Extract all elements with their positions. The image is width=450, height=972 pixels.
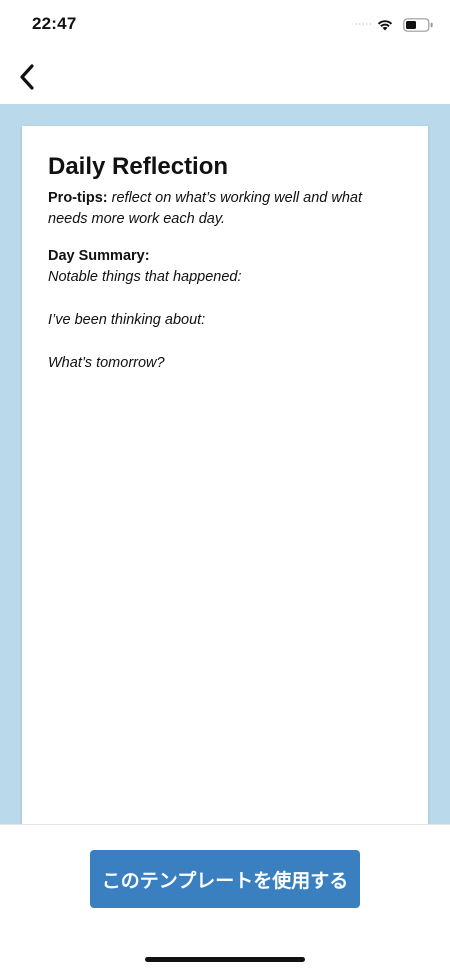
template-title: Daily Reflection	[48, 153, 229, 180]
status-bar: 22:47 ·····	[0, 0, 450, 50]
pro-tips-label: Pro-tips:	[48, 190, 108, 206]
use-template-button[interactable]: このテンプレートを使用する	[90, 850, 360, 908]
day-summary-heading: Day Summary:	[48, 248, 150, 264]
template-card: Daily Reflection Pro-tips: reflect on wh…	[22, 126, 428, 824]
back-button[interactable]	[10, 60, 44, 94]
battery-icon	[403, 18, 433, 32]
prompt-tomorrow: What’s tomorrow?	[48, 355, 165, 371]
navigation-bar	[0, 50, 450, 104]
template-preview-area: Daily Reflection Pro-tips: reflect on wh…	[0, 104, 450, 824]
wifi-icon	[377, 20, 393, 31]
status-time: 22:47	[32, 14, 77, 33]
cellular-signal-icon: ·····	[355, 20, 373, 29]
pro-tips: Pro-tips: reflect on what’s working well…	[48, 188, 402, 230]
prompt-notable-things: Notable things that happened:	[48, 269, 242, 285]
prompt-thinking-about: I’ve been thinking about:	[48, 312, 206, 328]
chevron-left-icon	[20, 64, 34, 90]
home-indicator[interactable]	[145, 957, 305, 962]
bottom-action-bar: このテンプレートを使用する	[0, 824, 450, 972]
